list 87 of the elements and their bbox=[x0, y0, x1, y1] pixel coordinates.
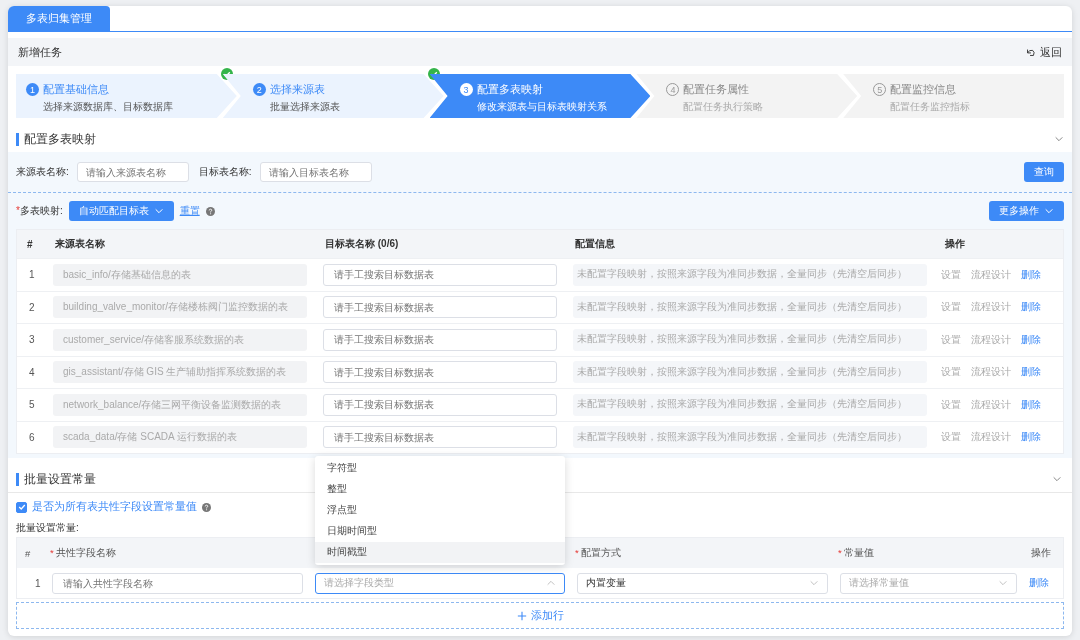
chevron-down-icon bbox=[1044, 206, 1054, 216]
target-table-field[interactable]: 请手工搜索目标数据表 bbox=[323, 393, 557, 416]
caret-down-icon bbox=[809, 578, 819, 588]
select-field[interactable]: 请选择字段类型 bbox=[315, 572, 565, 594]
column-header: * 共性字段名称 bbox=[49, 546, 118, 560]
search-field[interactable]: 请输入来源表名称 bbox=[76, 162, 189, 182]
query-button[interactable]: 查询 bbox=[1024, 162, 1064, 182]
back-link[interactable]: 返回 bbox=[1025, 44, 1062, 60]
source-table-field: gis_assistant/存储 GIS 生产辅助指挥系统数据的表 bbox=[53, 361, 307, 384]
auto-match-button[interactable]: 自动匹配目标表 bbox=[68, 201, 174, 221]
chevron-down-icon bbox=[153, 206, 164, 216]
caret-down-icon bbox=[998, 578, 1008, 588]
step-subtitle: 批量选择来源表 bbox=[269, 101, 341, 114]
section-title: 批量设置常量 bbox=[16, 472, 96, 486]
add-row-button[interactable]: 添加行 bbox=[16, 602, 1064, 629]
action-link[interactable]: 删除 bbox=[1021, 430, 1041, 445]
row-number: 3 bbox=[28, 334, 36, 346]
column-header: * 配置方式 bbox=[574, 546, 623, 560]
source-table-field: customer_service/存储客服系统数据的表 bbox=[53, 328, 307, 351]
step-subtitle: 修改来源表与目标表映射关系 bbox=[476, 101, 608, 114]
target-table-field[interactable]: 请手工搜索目标数据表 bbox=[323, 426, 557, 449]
action-link[interactable]: 删除 bbox=[1021, 300, 1041, 315]
search-field[interactable]: 请输入目标表名称 bbox=[259, 162, 372, 182]
config-info-field: 未配置字段映射，按照来源字段为准同步数据，全量同步（先清空后同步） bbox=[573, 328, 927, 351]
tab[interactable]: 多表归集管理 bbox=[8, 6, 110, 31]
row-number: 2 bbox=[28, 301, 36, 313]
step-title: 配置监控信息 bbox=[890, 82, 957, 97]
target-table-field[interactable]: 请手工搜索目标数据表 bbox=[323, 328, 557, 351]
column-header: 配置信息 bbox=[574, 237, 616, 251]
step-subtitle: 选择来源数据库、目标数据库 bbox=[43, 101, 174, 114]
target-table-field[interactable]: 请手工搜索目标数据表 bbox=[323, 263, 557, 286]
source-table-field: network_balance/存储三网平衡设备监测数据的表 bbox=[53, 393, 307, 416]
select-field[interactable]: 请选择常量值 bbox=[840, 572, 1017, 594]
step-title: 选择来源表 bbox=[269, 82, 325, 97]
column-header: # bbox=[24, 547, 32, 559]
section-title: 配置多表映射 bbox=[16, 132, 96, 146]
step-subtitle: 配置任务监控指标 bbox=[890, 101, 972, 114]
field-label: 批量设置常量: bbox=[16, 521, 79, 535]
column-header: 来源表名称 bbox=[54, 237, 106, 251]
config-info-field: 未配置字段映射，按照来源字段为准同步数据，全量同步（先清空后同步） bbox=[573, 263, 927, 286]
checkbox[interactable] bbox=[16, 501, 27, 513]
column-header: * 常量值 bbox=[837, 546, 876, 560]
dropdown-option[interactable]: 整型 bbox=[315, 478, 565, 500]
field-label: *多表映射: bbox=[16, 204, 63, 218]
dropdown-option[interactable]: 时间戳型 bbox=[315, 541, 565, 563]
source-table-field: basic_info/存储基础信息的表 bbox=[53, 263, 307, 286]
column-header: 操作 bbox=[944, 237, 966, 251]
row-number: 1 bbox=[28, 269, 36, 281]
config-info-field: 未配置字段映射，按照来源字段为准同步数据，全量同步（先清空后同步） bbox=[573, 393, 927, 416]
caret-up-icon bbox=[546, 578, 556, 588]
help-icon bbox=[205, 206, 215, 216]
action-link[interactable]: 删除 bbox=[1021, 332, 1041, 347]
config-info-field: 未配置字段映射，按照来源字段为准同步数据，全量同步（先清空后同步） bbox=[573, 426, 927, 449]
step-title: 配置任务属性 bbox=[683, 82, 750, 97]
target-table-field[interactable]: 请手工搜索目标数据表 bbox=[323, 361, 557, 384]
source-table-field: scada_data/存储 SCADA 运行数据的表 bbox=[53, 426, 307, 449]
dropdown-option[interactable]: 字符型 bbox=[315, 457, 565, 479]
dropdown-option[interactable]: 日期时间型 bbox=[315, 520, 565, 542]
row-number: 5 bbox=[28, 399, 36, 411]
column-header: # bbox=[26, 238, 34, 250]
column-header: 操作 bbox=[1030, 546, 1052, 560]
column-header: 目标表名称 (0/6) bbox=[324, 237, 400, 251]
step-title: 配置基础信息 bbox=[43, 82, 109, 97]
more-actions-button[interactable]: 更多操作 bbox=[989, 201, 1064, 221]
step-subtitle: 配置任务执行策略 bbox=[683, 101, 765, 114]
row-number: 6 bbox=[28, 431, 36, 443]
plus-icon bbox=[516, 610, 527, 621]
select-field[interactable]: 内置变量 bbox=[577, 572, 828, 594]
help-icon bbox=[202, 502, 211, 512]
row-number: 4 bbox=[28, 366, 36, 378]
page-title: 新增任务 bbox=[18, 44, 62, 60]
step-title: 配置多表映射 bbox=[476, 82, 543, 97]
action-link[interactable]: 删除 bbox=[1021, 267, 1041, 282]
action-link[interactable]: 删除 bbox=[1021, 397, 1041, 412]
row-number: 1 bbox=[34, 578, 41, 589]
dropdown-option[interactable]: 浮点型 bbox=[315, 499, 565, 521]
config-info-field: 未配置字段映射，按照来源字段为准同步数据，全量同步（先清空后同步） bbox=[573, 361, 927, 384]
target-table-field[interactable]: 请手工搜索目标数据表 bbox=[323, 296, 557, 319]
action-link[interactable]: 删除 bbox=[1021, 365, 1041, 380]
checkbox-label: 是否为所有表共性字段设置常量值 bbox=[32, 500, 197, 514]
field-name-input[interactable]: 请输入共性字段名称 bbox=[52, 572, 303, 594]
config-info-field: 未配置字段映射，按照来源字段为准同步数据，全量同步（先清空后同步） bbox=[573, 296, 927, 319]
reset-link[interactable]: 重置 bbox=[179, 204, 200, 218]
delete-link[interactable]: 删除 bbox=[1029, 577, 1049, 588]
field-label: 来源表名称: bbox=[16, 165, 69, 179]
field-label: 目标表名称: bbox=[198, 165, 252, 179]
source-table-field: building_valve_monitor/存储楼栋阀门监控数据的表 bbox=[53, 296, 307, 319]
